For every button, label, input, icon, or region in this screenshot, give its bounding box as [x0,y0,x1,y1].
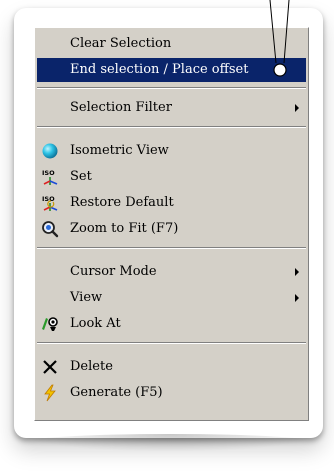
menu-item-label: Set [70,169,92,184]
look-at-icon [41,315,59,333]
menu-item-label: Generate (F5) [70,385,163,400]
menu-item-cursor-mode[interactable]: Cursor Mode [37,260,306,284]
frame-shadow [20,434,320,452]
menu-separator [37,126,306,128]
menu-item-isometric-view[interactable]: Isometric View [37,139,306,163]
submenu-arrow-icon [295,104,299,112]
menu-item-restore-default[interactable]: ISO Restore Default [37,191,306,215]
menu-item-label: Selection Filter [70,100,172,115]
menu-separator [37,342,306,344]
sphere-icon [41,142,59,160]
delete-x-icon [41,358,59,376]
menu-item-label: Clear Selection [70,36,172,51]
menu-item-label: View [70,290,103,305]
menu-item-generate[interactable]: Generate (F5) [37,381,306,405]
menu-item-label: Cursor Mode [70,264,157,279]
menu-item-label: Isometric View [70,143,169,158]
menu-item-label: Delete [70,359,113,374]
menu-item-clear-selection[interactable]: Clear Selection [37,32,306,56]
menu-separator [37,87,306,89]
menu-separator [37,247,306,249]
iso-set-icon: ISO [41,168,59,186]
context-menu: Clear Selection End selection / Place of… [34,27,309,421]
menu-item-label: End selection / Place offset [70,62,249,77]
menu-item-look-at[interactable]: Look At [37,312,306,336]
menu-item-end-selection[interactable]: End selection / Place offset [37,58,306,82]
menu-item-delete[interactable]: Delete [37,355,306,379]
menu-item-selection-filter[interactable]: Selection Filter [37,96,306,120]
zoom-fit-icon [41,220,59,238]
menu-item-label: Look At [70,316,121,331]
menu-item-label: Zoom to Fit (F7) [70,221,179,236]
submenu-arrow-icon [295,268,299,276]
iso-restore-icon: ISO [41,194,59,212]
menu-item-label: Restore Default [70,195,174,210]
submenu-arrow-icon [295,294,299,302]
menu-item-zoom-to-fit[interactable]: Zoom to Fit (F7) [37,217,306,241]
menu-item-view[interactable]: View [37,286,306,310]
menu-item-set[interactable]: ISO Set [37,165,306,189]
iso-text: ISO [42,169,55,177]
lightning-icon [41,384,59,402]
